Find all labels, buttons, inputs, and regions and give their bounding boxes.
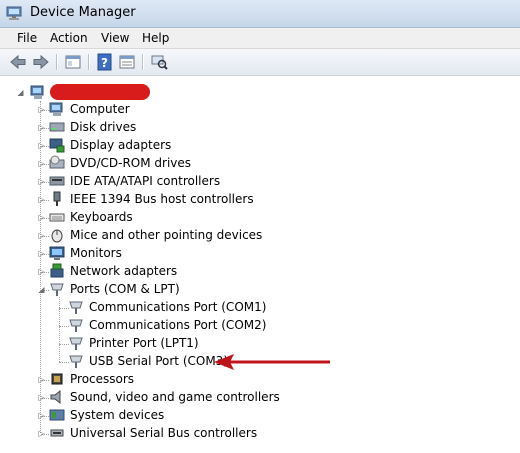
- monitor-icon: [49, 246, 65, 260]
- tree-node[interactable]: ▷ Processors: [37, 371, 457, 389]
- menu-help[interactable]: Help: [142, 30, 169, 46]
- tree-node-label: IEEE 1394 Bus host controllers: [70, 192, 254, 206]
- port-icon: [69, 337, 83, 350]
- expand-icon[interactable]: ▷: [37, 411, 46, 420]
- toolbar-separator: [56, 54, 58, 70]
- expand-icon[interactable]: ▷: [37, 429, 46, 438]
- properties-icon[interactable]: [118, 53, 136, 71]
- tree-node[interactable]: ▷ Computer: [37, 101, 457, 119]
- tree-node[interactable]: ◢ Ports (COM & LPT): [37, 281, 457, 299]
- tree-node[interactable]: ▷ Universal Serial Bus controllers: [37, 425, 457, 443]
- network-adapter-icon: [50, 263, 64, 278]
- processor-icon: [51, 373, 63, 385]
- tree-node-label: Processors: [70, 372, 135, 386]
- expand-icon[interactable]: ▷: [37, 177, 46, 186]
- tree-node-label: Ports (COM & LPT): [70, 282, 180, 296]
- tree-node-label: USB Serial Port (COM3): [89, 354, 228, 368]
- tree-node-label: Display adapters: [70, 138, 172, 152]
- tree-node-label: Keyboards: [70, 210, 133, 224]
- tree-node[interactable]: Communications Port (COM2): [56, 317, 476, 335]
- forward-arrow-icon[interactable]: [32, 53, 50, 71]
- toolbar: ?: [0, 49, 520, 76]
- tree-node[interactable]: ▷ DVD/CD-ROM drives: [37, 155, 457, 173]
- expand-icon[interactable]: ▷: [37, 231, 46, 240]
- tree-node-label: Communications Port (COM1): [89, 300, 267, 314]
- ide-controller-icon: [49, 176, 65, 186]
- collapse-icon[interactable]: ◢: [16, 88, 25, 97]
- dvd-drive-icon: [49, 155, 65, 169]
- port-icon: [69, 301, 83, 314]
- keyboard-icon: [49, 213, 65, 222]
- port-icon: [69, 355, 83, 368]
- tree-node[interactable]: ▷ Network adapters: [37, 263, 457, 281]
- device-manager-icon: [6, 6, 22, 20]
- menu-bar: File Action View Help: [0, 28, 520, 49]
- expand-icon[interactable]: ▷: [37, 375, 46, 384]
- toolbar-separator: [88, 54, 90, 70]
- tree-node-label: IDE ATA/ATAPI controllers: [70, 174, 221, 188]
- tree-node-label: Communications Port (COM2): [89, 318, 267, 332]
- expand-icon[interactable]: ▷: [37, 141, 46, 150]
- computer-icon: [30, 85, 44, 99]
- scan-hardware-icon[interactable]: [150, 53, 168, 71]
- tree-node-label: Network adapters: [70, 264, 178, 278]
- tree-node[interactable]: Communications Port (COM1): [56, 299, 476, 317]
- tree-node-label: Disk drives: [70, 120, 137, 134]
- annotation-arrow: [214, 354, 330, 370]
- back-arrow-icon[interactable]: [9, 53, 27, 71]
- tree-node-label: Universal Serial Bus controllers: [70, 426, 258, 440]
- console-tree-icon[interactable]: [64, 53, 82, 71]
- tree-node-label: System devices: [70, 408, 165, 422]
- tree-node[interactable]: ▷ IDE ATA/ATAPI controllers: [37, 173, 457, 191]
- toolbar-separator: [142, 54, 144, 70]
- expand-icon[interactable]: ▷: [37, 159, 46, 168]
- expand-icon[interactable]: ▷: [37, 213, 46, 222]
- svg-text:?: ?: [101, 56, 108, 70]
- tree-node-label: Monitors: [70, 246, 122, 260]
- tree-node-label: Mice and other pointing devices: [70, 228, 263, 242]
- tree-node-label: DVD/CD-ROM drives: [70, 156, 192, 170]
- help-icon[interactable]: ?: [96, 53, 114, 71]
- expand-icon[interactable]: ▷: [37, 105, 46, 114]
- redaction-mark: [50, 84, 150, 100]
- window-title: Device Manager: [30, 5, 136, 20]
- tree-node-label: Sound, video and game controllers: [70, 390, 280, 404]
- port-icon: [50, 283, 64, 296]
- menu-file[interactable]: File: [17, 30, 37, 46]
- tree-node[interactable]: ▷ Mice and other pointing devices: [37, 227, 457, 245]
- expand-icon[interactable]: ▷: [37, 195, 46, 204]
- tree-node[interactable]: ▷ Monitors: [37, 245, 457, 263]
- collapse-icon[interactable]: ◢: [37, 285, 46, 294]
- title-bar: Device Manager: [0, 0, 520, 28]
- speaker-icon: [50, 389, 61, 405]
- expand-icon[interactable]: ▷: [37, 393, 46, 402]
- tree-node[interactable]: ▷ System devices: [37, 407, 457, 425]
- display-adapter-icon: [49, 138, 65, 153]
- tree-node[interactable]: ▷ Sound, video and game controllers: [37, 389, 457, 407]
- computer-icon: [49, 102, 63, 116]
- tree-node[interactable]: ▷ Keyboards: [37, 209, 457, 227]
- tree-node[interactable]: ▷ Display adapters: [37, 137, 457, 155]
- usb-icon: [50, 429, 64, 437]
- tree-node[interactable]: Printer Port (LPT1): [56, 335, 476, 353]
- tree-guide-line: [59, 297, 60, 362]
- expand-icon[interactable]: ▷: [37, 267, 46, 276]
- port-icon: [69, 319, 83, 332]
- menu-view[interactable]: View: [101, 30, 129, 46]
- tree-node[interactable]: ▷ Disk drives: [37, 119, 457, 137]
- expand-icon[interactable]: ▷: [37, 123, 46, 132]
- expand-icon[interactable]: ▷: [37, 249, 46, 258]
- system-device-icon: [49, 409, 65, 421]
- tree-node-label: Computer: [70, 102, 130, 116]
- menu-action[interactable]: Action: [50, 30, 88, 46]
- tree-node-label: Printer Port (LPT1): [89, 336, 199, 350]
- disk-drive-icon: [49, 122, 65, 132]
- tree-node[interactable]: ▷ IEEE 1394 Bus host controllers: [37, 191, 457, 209]
- firewire-icon: [53, 191, 61, 206]
- mouse-icon: [51, 229, 63, 243]
